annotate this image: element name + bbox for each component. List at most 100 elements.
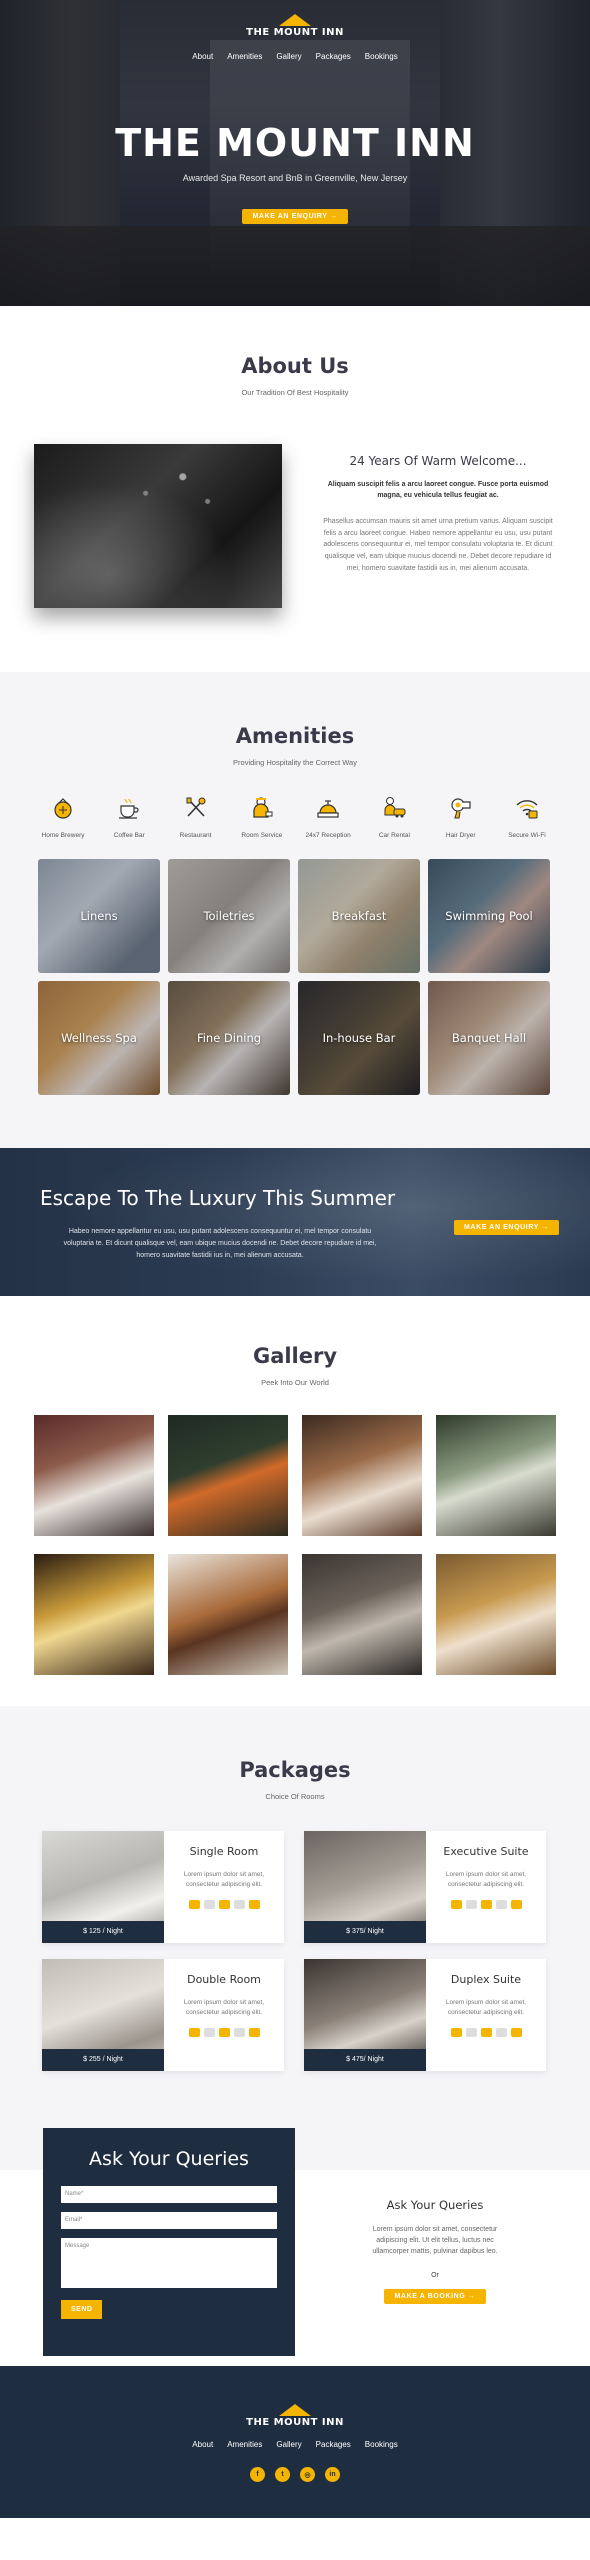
- tile-toiletries[interactable]: Toiletries: [168, 859, 290, 973]
- gallery-photo-champagne[interactable]: [34, 1554, 154, 1675]
- footer-nav-amenities[interactable]: Amenities: [227, 2440, 262, 2449]
- about-bar-photo: [34, 444, 282, 608]
- restaurant-icon: [186, 797, 206, 817]
- about-lead: Aliquam suscipit felis a arcu laoreet co…: [327, 481, 549, 499]
- room-service-icon: [253, 797, 273, 818]
- amenity-tiles: Linens Toiletries Breakfast Swimming Poo…: [38, 859, 590, 1095]
- about-section: About Us Our Tradition Of Best Hospitali…: [0, 306, 590, 672]
- twitter-icon[interactable]: t: [275, 2467, 290, 2482]
- tile-breakfast[interactable]: Breakfast: [298, 859, 420, 973]
- amenity-icon-row: Home Brewery Coffee Bar Restaurant Room …: [30, 795, 560, 839]
- query-side-panel: Ask Your Queries Lorem ipsum dolor sit a…: [360, 2198, 510, 2304]
- gallery-subtitle: Peek Into Our World: [261, 1378, 329, 1387]
- car-icon: [384, 797, 406, 818]
- package-amenity-icons: [426, 2028, 546, 2038]
- package-card[interactable]: $ 255 / Night Double Room Lorem ipsum do…: [42, 1959, 284, 2071]
- footer-nav-about[interactable]: About: [192, 2440, 213, 2449]
- amenities-title: Amenities: [235, 724, 355, 748]
- package-card[interactable]: $ 125 / Night Single Room Lorem ipsum do…: [42, 1831, 284, 1943]
- nav-gallery[interactable]: Gallery: [276, 52, 301, 61]
- about-title: About Us: [241, 354, 349, 378]
- facebook-icon[interactable]: f: [250, 2467, 265, 2482]
- package-card[interactable]: $ 375/ Night Executive Suite Lorem ipsum…: [304, 1831, 546, 1943]
- footer-nav-gallery[interactable]: Gallery: [276, 2440, 301, 2449]
- make-booking-button[interactable]: MAKE A BOOKING →: [384, 2288, 486, 2304]
- query-side-title: Ask Your Queries: [386, 2198, 484, 2212]
- tile-banquet-hall[interactable]: Banquet Hall: [428, 981, 550, 1095]
- amenity-home-brewery: Home Brewery: [30, 795, 96, 839]
- package-amenity-icons: [426, 1900, 546, 1910]
- footer-logo[interactable]: THE MOUNT INN: [0, 2368, 590, 2428]
- gallery-title: Gallery: [252, 1344, 338, 1368]
- package-name: Double Room: [187, 1973, 261, 1986]
- about-subtitle: Our Tradition Of Best Hospitality: [241, 388, 349, 397]
- footer-logo-text: THE MOUNT INN: [246, 2417, 344, 2428]
- packages-subtitle: Choice Of Rooms: [265, 1792, 325, 1801]
- package-name: Executive Suite: [443, 1845, 529, 1858]
- name-field[interactable]: Name*: [61, 2186, 277, 2203]
- gallery-photo-window-view[interactable]: [436, 1415, 556, 1536]
- package-price: $ 475/ Night: [304, 2049, 426, 2071]
- tile-linens[interactable]: Linens: [38, 859, 160, 973]
- wifi-icon: [516, 800, 538, 819]
- package-name: Duplex Suite: [450, 1973, 522, 1986]
- escape-enquiry-button[interactable]: MAKE AN ENQUIRY →: [454, 1220, 560, 1235]
- social-links: f t ◎ in: [0, 2467, 590, 2482]
- about-body: Phasellus accumsan mauris sit amet urna …: [323, 517, 553, 573]
- footer-nav-packages[interactable]: Packages: [316, 2440, 351, 2449]
- message-field[interactable]: Message: [61, 2238, 277, 2288]
- query-side-body: Lorem ipsum dolor sit amet, consectetur …: [372, 2226, 498, 2256]
- gallery-grid: [34, 1415, 590, 1675]
- package-card[interactable]: $ 475/ Night Duplex Suite Lorem ipsum do…: [304, 1959, 546, 2071]
- tile-wellness-spa[interactable]: Wellness Spa: [38, 981, 160, 1095]
- gallery-photo-steak[interactable]: [168, 1554, 288, 1675]
- amenity-hair-dryer: Hair Dryer: [428, 795, 494, 839]
- packages-title: Packages: [239, 1758, 351, 1782]
- or-divider: Or: [431, 2271, 439, 2279]
- nav-bookings[interactable]: Bookings: [365, 52, 398, 61]
- query-form-title: Ask Your Queries: [89, 2148, 249, 2170]
- linkedin-icon[interactable]: in: [325, 2467, 340, 2482]
- hair-dryer-icon: [451, 798, 471, 819]
- reception-bell-icon: [317, 800, 339, 818]
- nav-amenities[interactable]: Amenities: [227, 52, 262, 61]
- nav-about[interactable]: About: [192, 52, 213, 61]
- amenity-car-rental: Car Rental: [361, 795, 427, 839]
- coffee-icon: [119, 798, 139, 819]
- main-nav: About Amenities Gallery Packages Booking…: [0, 52, 590, 61]
- mountain-logo-icon: [279, 14, 311, 26]
- gallery-photo-kitchen[interactable]: [302, 1554, 422, 1675]
- instagram-icon[interactable]: ◎: [300, 2467, 315, 2482]
- hero-enquiry-button[interactable]: MAKE AN ENQUIRY →: [242, 209, 348, 224]
- tile-fine-dining[interactable]: Fine Dining: [168, 981, 290, 1095]
- escape-banner: Escape To The Luxury This Summer Habeo n…: [0, 1148, 590, 1296]
- gallery-photo-fire-pit[interactable]: [168, 1415, 288, 1536]
- gallery-photo-spa-table[interactable]: [436, 1554, 556, 1675]
- amenity-reception: 24x7 Reception: [295, 795, 361, 839]
- package-desc: Lorem ipsum dolor sit amet, consectetur …: [183, 1871, 265, 1889]
- package-desc: Lorem ipsum dolor sit amet, consectetur …: [445, 1999, 527, 2017]
- tile-swimming-pool[interactable]: Swimming Pool: [428, 859, 550, 973]
- nav-packages[interactable]: Packages: [316, 52, 351, 61]
- send-button[interactable]: SEND: [61, 2300, 103, 2319]
- package-price: $ 125 / Night: [42, 1921, 164, 1943]
- site-logo[interactable]: THE MOUNT INN: [0, 0, 590, 38]
- email-field[interactable]: Email*: [61, 2212, 277, 2229]
- amenity-secure-wifi: Secure Wi-Fi: [494, 795, 560, 839]
- queries-section: Ask Your Queries Name* Email* Message SE…: [0, 2126, 590, 2366]
- footer-nav-bookings[interactable]: Bookings: [365, 2440, 398, 2449]
- escape-title: Escape To The Luxury This Summer: [40, 1186, 396, 1210]
- footer-nav: About Amenities Gallery Packages Booking…: [0, 2440, 590, 2449]
- package-price: $ 375/ Night: [304, 1921, 426, 1943]
- about-text-block: 24 Years Of Warm Welcome... Aliquam susc…: [318, 454, 558, 575]
- package-price: $ 255 / Night: [42, 2049, 164, 2071]
- about-heading: 24 Years Of Warm Welcome...: [349, 454, 527, 468]
- logo-text: THE MOUNT INN: [246, 27, 344, 38]
- brewery-icon: [54, 798, 72, 819]
- gallery-photo-bedroom[interactable]: [34, 1415, 154, 1536]
- package-name: Single Room: [189, 1845, 259, 1858]
- tile-in-house-bar[interactable]: In-house Bar: [298, 981, 420, 1095]
- mountain-logo-icon: [279, 2404, 311, 2416]
- gallery-photo-chef-plating[interactable]: [302, 1415, 422, 1536]
- hero-subtitle: Awarded Spa Resort and BnB in Greenville…: [182, 173, 408, 183]
